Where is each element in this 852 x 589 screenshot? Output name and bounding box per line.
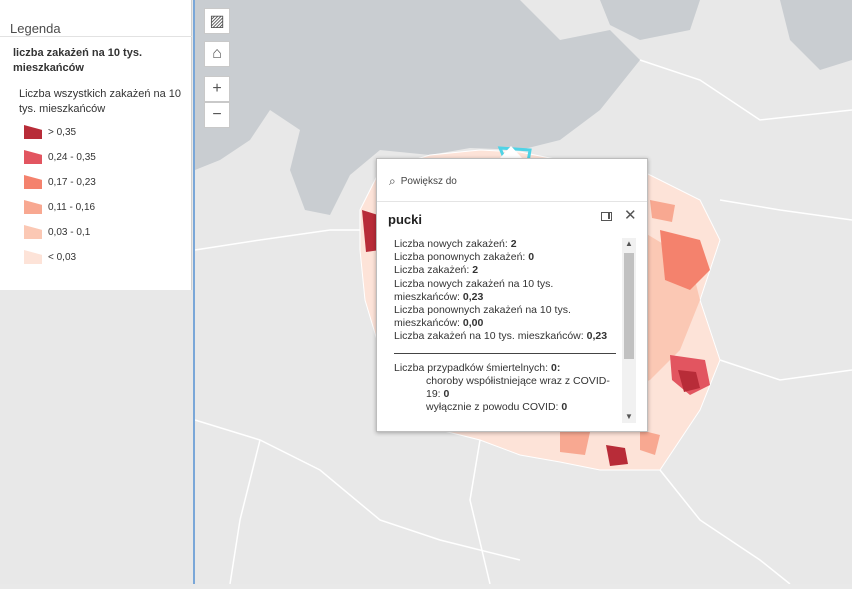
- basemap-gallery-icon: ▨: [209, 13, 225, 30]
- scroll-down-icon[interactable]: ▼: [622, 411, 636, 423]
- popup-pointer: [500, 146, 522, 158]
- legend-class-label: 0,03 - 0,1: [48, 226, 91, 238]
- legend-layer-title: liczba zakażeń na 10 tys. mieszkańców: [13, 47, 143, 74]
- comorbid-label: choroby współistniejące wraz z COVID-19:: [426, 374, 610, 401]
- deaths-value: 0:: [551, 361, 561, 374]
- field-value: 0: [528, 251, 535, 264]
- field-label: Liczba zakażeń na 10 tys. mieszkańców:: [394, 330, 584, 343]
- legend-class-label: 0,17 - 0,23: [48, 176, 96, 188]
- legend-class-label: 0,11 - 0,16: [48, 201, 96, 213]
- legend-title: Legenda: [10, 21, 61, 36]
- home-button[interactable]: ⌂: [204, 41, 230, 67]
- dock-icon[interactable]: [601, 212, 612, 221]
- legend-swatch: [24, 225, 42, 239]
- field-value: 0,23: [586, 330, 608, 343]
- legend-divider-line: [0, 36, 192, 37]
- field-value: 0,23: [462, 290, 484, 303]
- popup-title: pucki: [388, 212, 422, 227]
- popup-content[interactable]: Liczba nowych zakażeń: 2 Liczba ponownych…: [394, 238, 616, 426]
- zoom-out-icon: −: [212, 106, 222, 123]
- comorbid-value: 0: [443, 388, 450, 401]
- scroll-thumb[interactable]: [624, 253, 634, 359]
- popup-field-line: Liczba ponownych zakażeń na 10 tys. mies…: [394, 304, 616, 330]
- popup-field-line: Liczba ponownych zakażeń: 0: [394, 251, 616, 264]
- feature-popup: ⌕ Powiększ do pucki ✕ Liczba nowych zaka…: [376, 158, 648, 432]
- content-separator: [394, 352, 616, 354]
- popup-header-divider: [377, 201, 647, 202]
- legend-class-item: 0,03 - 0,1: [24, 223, 90, 241]
- comorbid-line: choroby współistniejące wraz z COVID-19:…: [394, 375, 616, 401]
- field-value: 2: [472, 264, 479, 277]
- zoom-to-label: Powiększ do: [400, 176, 457, 187]
- legend-class-label: > 0,35: [48, 126, 77, 138]
- legend-class-label: 0,24 - 0,35: [48, 151, 96, 163]
- covid-only-line: wyłącznie z powodu COVID: 0: [394, 401, 616, 414]
- legend-swatch: [24, 175, 42, 189]
- panel-divider[interactable]: [193, 0, 195, 584]
- covid-only-label: wyłącznie z powodu COVID:: [426, 401, 559, 414]
- zoom-to-action[interactable]: ⌕ Powiększ do: [389, 174, 457, 189]
- popup-fields: Liczba nowych zakażeń: 2 Liczba ponownych…: [394, 238, 616, 344]
- home-icon: ⌂: [212, 45, 222, 62]
- basemap-gallery-button[interactable]: ▨: [204, 8, 230, 34]
- legend-class-item: 0,11 - 0,16: [24, 198, 95, 216]
- deaths-line: Liczba przypadków śmiertelnych: 0:: [394, 362, 616, 375]
- legend-field-title: Liczba wszystkich zakażeń na 10 tys. mie…: [19, 88, 182, 115]
- legend-swatch: [24, 200, 42, 214]
- field-label: Liczba zakażeń:: [394, 264, 470, 277]
- zoom-in-icon: +: [212, 80, 222, 97]
- legend-swatch: [24, 125, 42, 139]
- covid-only-value: 0: [561, 401, 568, 414]
- legend-swatch: [24, 150, 42, 164]
- field-label: Liczba nowych zakażeń:: [394, 238, 508, 250]
- zoom-in-button[interactable]: +: [204, 76, 230, 102]
- magnifier-icon: ⌕: [389, 174, 396, 188]
- close-icon[interactable]: ✕: [624, 208, 637, 223]
- legend-class-item: 0,24 - 0,35: [24, 148, 96, 166]
- zoom-out-button[interactable]: −: [204, 102, 230, 128]
- popup-field-line: Liczba zakażeń na 10 tys. mieszkańców: 0…: [394, 330, 616, 343]
- legend-swatch: [24, 250, 42, 264]
- legend-panel: Legenda liczba zakażeń na 10 tys. mieszk…: [0, 0, 192, 290]
- legend-class-label: < 0,03: [48, 251, 77, 263]
- deaths-label: Liczba przypadków śmiertelnych:: [394, 361, 549, 374]
- field-value: 0,00: [462, 317, 484, 330]
- popup-field-line: Liczba zakażeń: 2: [394, 264, 616, 277]
- popup-scrollbar[interactable]: ▲ ▼: [622, 238, 636, 423]
- legend-class-item: < 0,03: [24, 248, 76, 266]
- field-label: Liczba ponownych zakażeń:: [394, 251, 526, 264]
- popup-field-line: Liczba nowych zakażeń na 10 tys. mieszka…: [394, 278, 616, 304]
- popup-field-line: Liczba nowych zakażeń: 2: [394, 238, 616, 251]
- legend-class-item: > 0,35: [24, 123, 76, 141]
- legend-class-item: 0,17 - 0,23: [24, 173, 96, 191]
- field-value: 2: [510, 238, 517, 250]
- scroll-up-icon[interactable]: ▲: [622, 238, 636, 250]
